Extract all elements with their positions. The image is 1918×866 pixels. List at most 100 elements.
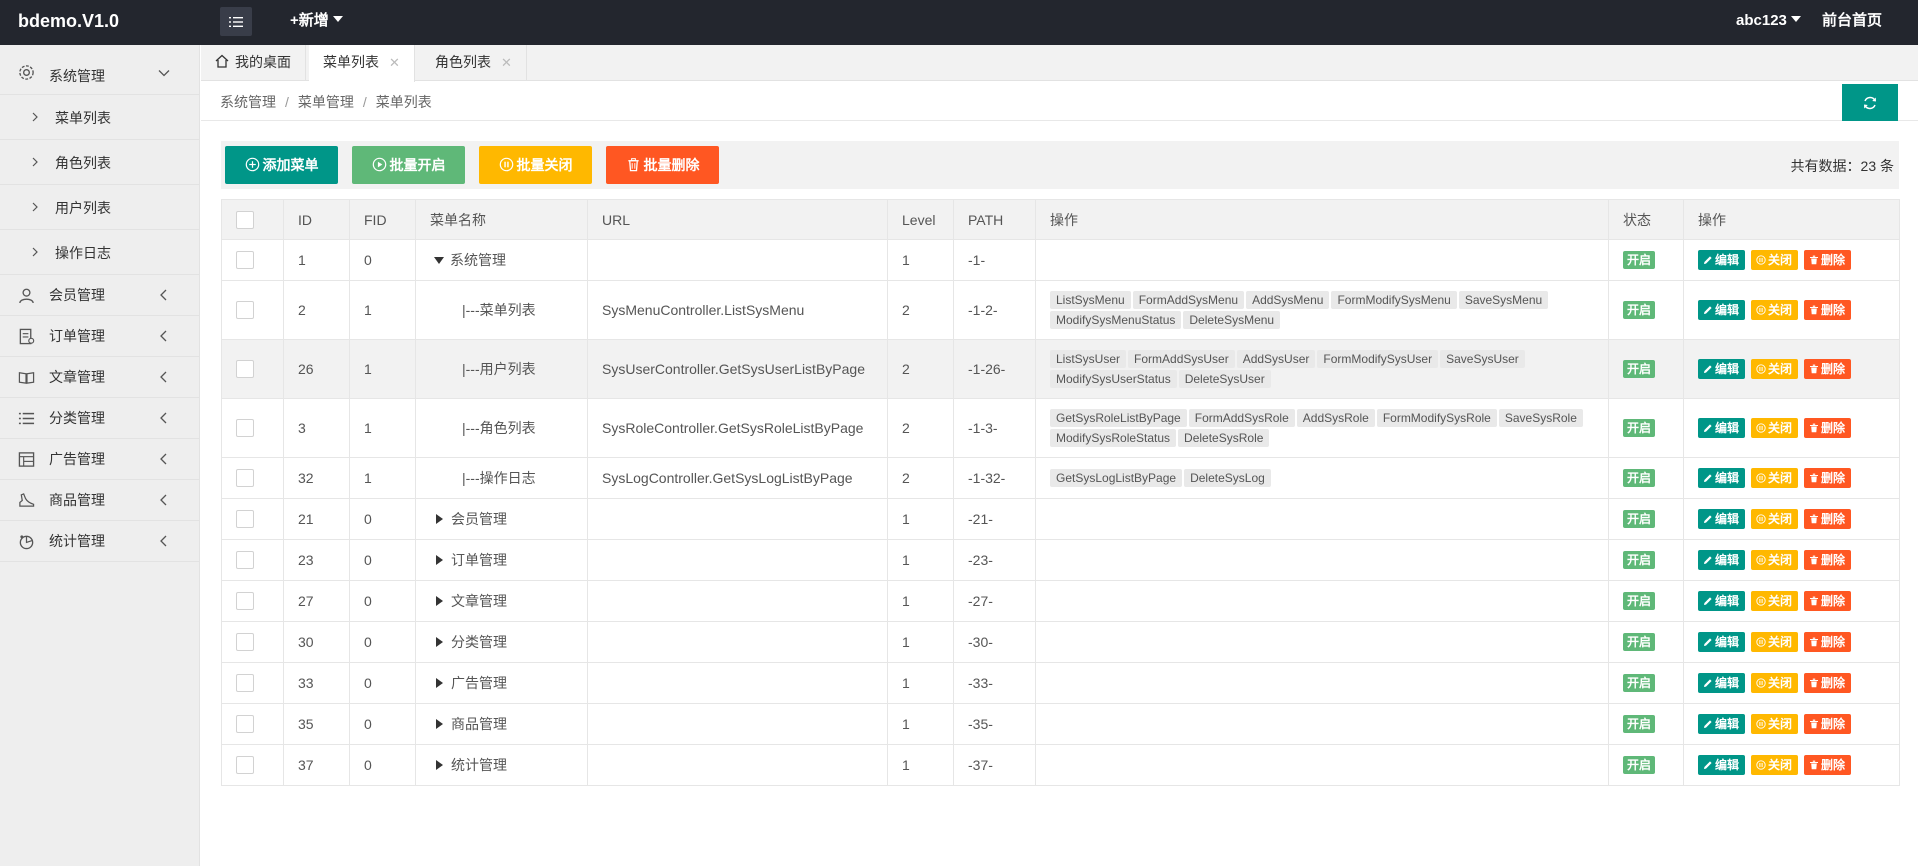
tree-collapsed-icon[interactable] (436, 514, 443, 524)
edit-button[interactable]: 编辑 (1698, 250, 1746, 270)
table-row[interactable]: 21 0 会员管理 1 -21- 开启 编辑 关闭 删除 (221, 498, 1900, 540)
tree-collapsed-icon[interactable] (436, 555, 443, 565)
disable-button[interactable]: 关闭 (1751, 755, 1799, 775)
table-row[interactable]: 37 0 统计管理 1 -37- 开启 编辑 关闭 删除 (221, 744, 1900, 786)
disable-button[interactable]: 关闭 (1751, 359, 1799, 379)
add-new-menu[interactable]: +新增 (290, 0, 343, 42)
edit-button[interactable]: 编辑 (1698, 714, 1746, 734)
status-badge[interactable]: 开启 (1623, 469, 1656, 487)
disable-button[interactable]: 关闭 (1751, 714, 1799, 734)
sidebar-item-categories[interactable]: 分类管理 (0, 398, 199, 439)
status-badge[interactable]: 开启 (1623, 756, 1656, 774)
delete-button[interactable]: 删除 (1804, 632, 1852, 652)
row-checkbox[interactable] (236, 592, 254, 611)
refresh-button[interactable] (1842, 84, 1898, 121)
row-checkbox[interactable] (236, 301, 254, 320)
table-row[interactable]: 27 0 文章管理 1 -27- 开启 编辑 关闭 删除 (221, 580, 1900, 622)
table-row[interactable]: 30 0 分类管理 1 -30- 开启 编辑 关闭 删除 (221, 621, 1900, 663)
disable-button[interactable]: 关闭 (1751, 591, 1799, 611)
tree-collapsed-icon[interactable] (436, 678, 443, 688)
row-checkbox[interactable] (236, 715, 254, 734)
row-checkbox[interactable] (236, 551, 254, 570)
disable-button[interactable]: 关闭 (1751, 250, 1799, 270)
delete-button[interactable]: 删除 (1804, 300, 1852, 320)
sidebar-item-articles[interactable]: 文章管理 (0, 357, 199, 398)
disable-button[interactable]: 关闭 (1751, 509, 1799, 529)
edit-button[interactable]: 编辑 (1698, 550, 1746, 570)
row-checkbox[interactable] (236, 674, 254, 693)
disable-button[interactable]: 关闭 (1751, 300, 1799, 320)
tab-desktop[interactable]: 我的桌面 (201, 45, 306, 81)
tab-menu-list[interactable]: 菜单列表 ✕ (309, 45, 415, 82)
table-row[interactable]: 1 0 系统管理 1 -1- 开启 编辑 关闭 删除 (221, 239, 1900, 281)
status-badge[interactable]: 开启 (1623, 419, 1656, 437)
add-menu-button[interactable]: 添加菜单 (225, 146, 338, 184)
delete-button[interactable]: 删除 (1804, 591, 1852, 611)
status-badge[interactable]: 开启 (1623, 301, 1656, 319)
disable-button[interactable]: 关闭 (1751, 418, 1799, 438)
status-badge[interactable]: 开启 (1623, 715, 1656, 733)
row-checkbox[interactable] (236, 510, 254, 529)
edit-button[interactable]: 编辑 (1698, 673, 1746, 693)
tree-collapsed-icon[interactable] (436, 637, 443, 647)
row-checkbox[interactable] (236, 756, 254, 775)
edit-button[interactable]: 编辑 (1698, 359, 1746, 379)
row-checkbox[interactable] (236, 251, 254, 270)
front-home-link[interactable]: 前台首页 (1822, 0, 1882, 42)
status-badge[interactable]: 开启 (1623, 251, 1656, 269)
edit-button[interactable]: 编辑 (1698, 418, 1746, 438)
disable-button[interactable]: 关闭 (1751, 673, 1799, 693)
tab-role-list[interactable]: 角色列表 ✕ (421, 45, 527, 81)
table-row[interactable]: 32 1 |---操作日志 SysLogController.GetSysLogLis… (221, 457, 1900, 499)
user-menu[interactable]: abc123 (1736, 0, 1801, 42)
table-row[interactable]: 3 1 |---角色列表 SysRoleController.GetSysRoleLi… (221, 398, 1900, 458)
tree-collapsed-icon[interactable] (436, 596, 443, 606)
sidebar-subitem-user-list[interactable]: 用户列表 (0, 185, 199, 230)
disable-button[interactable]: 关闭 (1751, 468, 1799, 488)
delete-button[interactable]: 删除 (1804, 509, 1852, 529)
delete-button[interactable]: 删除 (1804, 468, 1852, 488)
batch-disable-button[interactable]: 批量关闭 (479, 146, 592, 184)
batch-enable-button[interactable]: 批量开启 (352, 146, 465, 184)
sidebar-item-statistics[interactable]: 统计管理 (0, 521, 199, 562)
edit-button[interactable]: 编辑 (1698, 509, 1746, 529)
table-row[interactable]: 35 0 商品管理 1 -35- 开启 编辑 关闭 删除 (221, 703, 1900, 745)
delete-button[interactable]: 删除 (1804, 359, 1852, 379)
status-badge[interactable]: 开启 (1623, 633, 1656, 651)
breadcrumb-item[interactable]: 系统管理 (220, 94, 276, 110)
status-badge[interactable]: 开启 (1623, 510, 1656, 528)
close-icon[interactable]: ✕ (389, 55, 400, 70)
breadcrumb-item[interactable]: 菜单管理 (298, 94, 354, 110)
row-checkbox[interactable] (236, 469, 254, 488)
delete-button[interactable]: 删除 (1804, 418, 1852, 438)
status-badge[interactable]: 开启 (1623, 551, 1656, 569)
sidebar-subitem-role-list[interactable]: 角色列表 (0, 140, 199, 185)
disable-button[interactable]: 关闭 (1751, 550, 1799, 570)
delete-button[interactable]: 删除 (1804, 673, 1852, 693)
sidebar-item-goods[interactable]: 商品管理 (0, 480, 199, 521)
delete-button[interactable]: 删除 (1804, 714, 1852, 734)
delete-button[interactable]: 删除 (1804, 550, 1852, 570)
close-icon[interactable]: ✕ (501, 55, 512, 70)
status-badge[interactable]: 开启 (1623, 360, 1656, 378)
tree-collapsed-icon[interactable] (436, 719, 443, 729)
table-row[interactable]: 23 0 订单管理 1 -23- 开启 编辑 关闭 删除 (221, 539, 1900, 581)
tree-expanded-icon[interactable] (434, 257, 444, 264)
edit-button[interactable]: 编辑 (1698, 591, 1746, 611)
status-badge[interactable]: 开启 (1623, 674, 1656, 692)
sidebar-subitem-operation-log[interactable]: 操作日志 (0, 230, 199, 275)
status-badge[interactable]: 开启 (1623, 592, 1656, 610)
table-row[interactable]: 33 0 广告管理 1 -33- 开启 编辑 关闭 删除 (221, 662, 1900, 704)
row-checkbox[interactable] (236, 419, 254, 438)
sidebar-item-orders[interactable]: 订单管理 (0, 316, 199, 357)
disable-button[interactable]: 关闭 (1751, 632, 1799, 652)
row-checkbox[interactable] (236, 633, 254, 652)
sidebar-item-members[interactable]: 会员管理 (0, 275, 199, 316)
edit-button[interactable]: 编辑 (1698, 300, 1746, 320)
edit-button[interactable]: 编辑 (1698, 468, 1746, 488)
table-row[interactable]: 26 1 |---用户列表 SysUserController.GetSysUserL… (221, 339, 1900, 399)
edit-button[interactable]: 编辑 (1698, 755, 1746, 775)
sidebar-item-ads[interactable]: 广告管理 (0, 439, 199, 480)
delete-button[interactable]: 删除 (1804, 250, 1852, 270)
delete-button[interactable]: 删除 (1804, 755, 1852, 775)
